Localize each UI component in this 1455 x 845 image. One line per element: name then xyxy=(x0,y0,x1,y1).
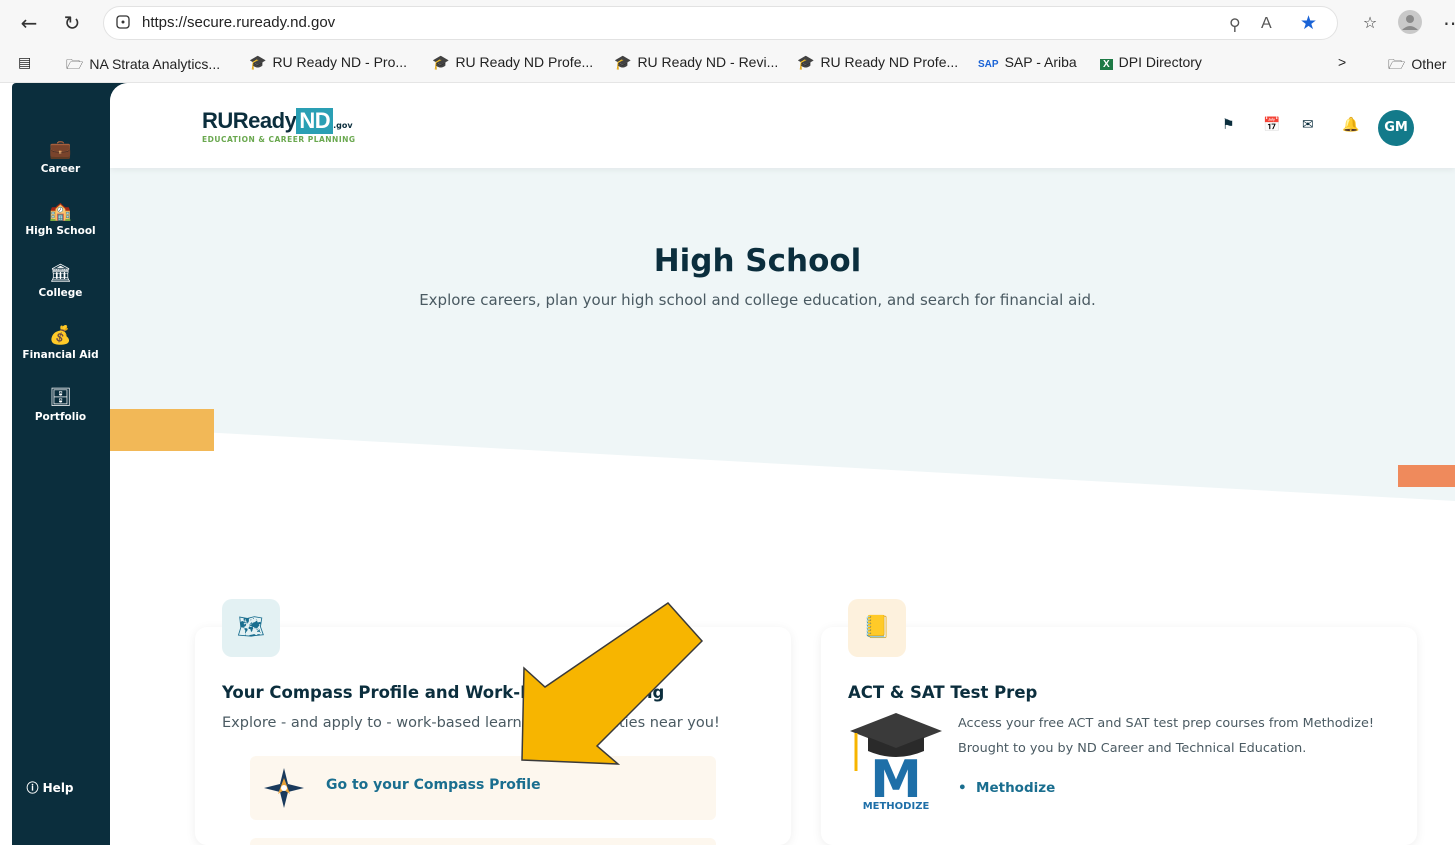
hero-background xyxy=(110,168,1455,501)
sidebar-item-portfolio[interactable]: 🗄 Portfolio xyxy=(12,387,109,423)
graduation-cap-icon: 🎓 xyxy=(432,54,450,70)
methodize-link[interactable]: • Methodize xyxy=(958,780,1055,796)
decorative-stripe-right xyxy=(1398,465,1455,487)
bookmark-na-strata[interactable]: 🗁 NA Strata Analytics... xyxy=(66,54,220,78)
flag-icon[interactable]: ⚑ xyxy=(1222,117,1235,133)
read-aloud-icon[interactable]: A xyxy=(1261,15,1272,33)
site-info-icon[interactable] xyxy=(116,15,130,29)
sidebar-item-college[interactable]: 🏛 College xyxy=(12,263,109,299)
bookmark-ru-ready-3[interactable]: 🎓 RU Ready ND - Revi... xyxy=(614,54,778,71)
help-button[interactable]: ⓘ Help xyxy=(20,774,80,802)
favorites-icon[interactable]: ☆ xyxy=(1357,10,1383,36)
bullet-icon: • xyxy=(958,780,977,796)
bookmark-ru-ready-1[interactable]: 🎓 RU Ready ND - Pro... xyxy=(249,54,407,71)
browser-toolbar: ← ↻ https://secure.ruready.nd.gov ⚲ A ★ … xyxy=(0,0,1455,46)
sap-icon: SAP xyxy=(978,59,999,70)
favorite-star-icon[interactable]: ★ xyxy=(1300,12,1317,34)
refresh-icon[interactable]: ↻ xyxy=(59,10,85,36)
back-arrow-icon[interactable]: ← xyxy=(16,10,42,36)
graduation-cap-icon: 🎓 xyxy=(797,54,815,70)
folder-icon: 🗁 xyxy=(1388,56,1406,72)
bookmarks-bar: ▤ 🗁 NA Strata Analytics... 🎓 RU Ready ND -… xyxy=(0,46,1455,83)
bookmark-sap-ariba[interactable]: SAP SAP - Ariba xyxy=(978,54,1077,70)
more-icon[interactable]: ⋯ xyxy=(1440,10,1455,36)
bell-icon[interactable]: 🔔 xyxy=(1342,117,1359,133)
compass-card-title: Your Compass Profile and Work-Based Lear… xyxy=(222,683,665,702)
book-icon: 📒 xyxy=(848,599,906,657)
url-text: https://secure.ruready.nd.gov xyxy=(142,14,336,31)
compass-card-description: Explore - and apply to - work-based lear… xyxy=(222,715,720,731)
avatar[interactable]: GM xyxy=(1378,110,1414,146)
college-icon: 🏛 xyxy=(49,263,72,284)
page-subtitle: Explore careers, plan your high school a… xyxy=(419,291,1096,309)
rureadynd-logo[interactable]: RUReady ND .gov EDUCATION & CAREER PLANNIN… xyxy=(202,108,356,144)
zoom-icon[interactable]: ⚲ xyxy=(1229,15,1241,34)
graduation-cap-icon: 🎓 xyxy=(249,54,267,70)
sidebar-item-financial-aid[interactable]: 💰 Financial Aid xyxy=(12,325,109,361)
sidebar-item-career[interactable]: 💼 Career xyxy=(12,139,109,175)
chevron-right-icon[interactable]: > xyxy=(1338,54,1346,70)
excel-icon: X xyxy=(1100,59,1113,70)
compass-secondary-link[interactable] xyxy=(250,838,716,845)
main-content: RUReady ND .gov EDUCATION & CAREER PLANNIN… xyxy=(110,83,1455,845)
calendar-icon[interactable]: 📅 xyxy=(1263,117,1280,133)
collections-icon[interactable]: ▤ xyxy=(18,54,31,71)
methodize-logo: M METHODIZE xyxy=(850,713,942,811)
test-prep-card-title: ACT & SAT Test Prep xyxy=(848,683,1038,702)
decorative-stripe-left xyxy=(110,409,214,451)
compass-rose-icon xyxy=(264,768,304,808)
bookmark-dpi-directory[interactable]: X DPI Directory xyxy=(1100,54,1202,70)
school-icon: 🏫 xyxy=(49,201,72,222)
sidebar-item-high-school[interactable]: 🏫 High School xyxy=(12,201,109,237)
test-prep-description-2: Brought to you by ND Career and Technica… xyxy=(958,741,1307,756)
bookmark-ru-ready-4[interactable]: 🎓 RU Ready ND Profe... xyxy=(797,54,958,71)
bookmark-other[interactable]: 🗁 Other xyxy=(1388,54,1446,78)
briefcase-icon: 💼 xyxy=(49,139,72,160)
compass-profile-link[interactable]: Go to your Compass Profile xyxy=(250,756,716,820)
page-title: High School xyxy=(653,243,862,279)
money-bag-icon: 💰 xyxy=(49,325,72,346)
top-header: RUReady ND .gov EDUCATION & CAREER PLANNIN… xyxy=(110,83,1455,168)
profile-icon[interactable] xyxy=(1397,10,1423,36)
portfolio-icon: 🗄 xyxy=(49,387,72,408)
map-icon: 🗺 xyxy=(222,599,280,657)
mail-icon[interactable]: ✉ xyxy=(1302,117,1314,133)
help-icon: ⓘ xyxy=(26,781,43,795)
graduation-cap-icon: 🎓 xyxy=(614,54,632,70)
folder-icon: 🗁 xyxy=(66,56,84,72)
bookmark-ru-ready-2[interactable]: 🎓 RU Ready ND Profe... xyxy=(432,54,593,71)
svg-text:METHODIZE: METHODIZE xyxy=(863,801,930,811)
test-prep-description-1: Access your free ACT and SAT test prep c… xyxy=(958,716,1374,731)
address-bar[interactable]: https://secure.ruready.nd.gov ⚲ A ★ xyxy=(103,6,1338,40)
